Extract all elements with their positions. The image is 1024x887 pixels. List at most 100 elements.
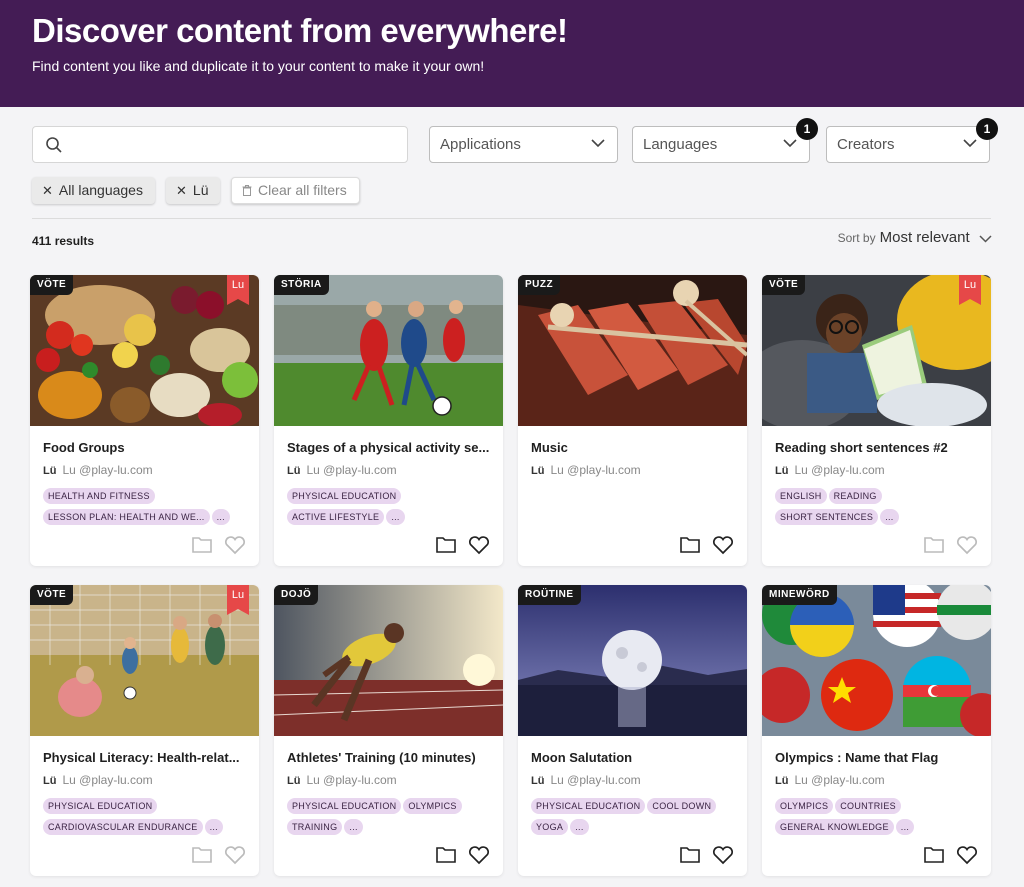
creators-dropdown[interactable]: Creators 1 bbox=[826, 118, 998, 163]
lu-logo-icon: Lü bbox=[287, 775, 301, 787]
more-tags-pill[interactable]: ... bbox=[570, 819, 589, 835]
more-tags-pill[interactable]: ... bbox=[386, 509, 405, 525]
more-tags-pill[interactable]: ... bbox=[344, 819, 363, 835]
chip-label: Lü bbox=[192, 182, 209, 198]
more-tags-pill[interactable]: ... bbox=[204, 819, 223, 835]
tag-pill: PHYSICAL EDUCATION bbox=[43, 798, 158, 814]
results-count: 411 results bbox=[32, 234, 95, 248]
card-actions bbox=[436, 846, 490, 865]
tag-pill: PHYSICAL EDUCATION bbox=[287, 488, 402, 504]
content-card[interactable]: VÖTE Lu Food Groups Lü Lu @play-lu.com HE… bbox=[30, 275, 259, 566]
heart-icon[interactable] bbox=[956, 846, 978, 865]
author-name: Lu @play-lu.com bbox=[550, 463, 641, 477]
card-title[interactable]: Music bbox=[531, 440, 736, 455]
more-tags-pill[interactable]: ... bbox=[880, 509, 899, 525]
card-tags: ENGLISH READING SHORT SENTENCES... bbox=[775, 488, 985, 530]
heart-icon[interactable] bbox=[468, 536, 490, 555]
card-actions bbox=[192, 846, 246, 865]
more-tags-pill[interactable]: ... bbox=[895, 819, 915, 835]
card-thumbnail[interactable]: VÖTE Lu bbox=[30, 585, 259, 736]
creators-label: Creators bbox=[837, 136, 895, 153]
folder-icon[interactable] bbox=[924, 846, 944, 863]
heart-icon[interactable] bbox=[712, 846, 734, 865]
page-title: Discover content from everywhere! bbox=[32, 12, 568, 49]
card-title[interactable]: Physical Literacy: Health-relat... bbox=[43, 750, 248, 765]
search-input[interactable] bbox=[73, 133, 393, 157]
lu-logo-icon: Lü bbox=[287, 465, 301, 477]
chip-lu[interactable]: ✕ Lü bbox=[166, 177, 221, 204]
tag-pill: ACTIVE LIFESTYLE bbox=[287, 509, 385, 525]
content-card[interactable]: ROÜTINE Moon Salutation Lü Lu @play-lu.co… bbox=[518, 585, 747, 876]
card-author: Lü Lu @play-lu.com bbox=[775, 463, 885, 477]
tag-pill: OLYMPICS bbox=[775, 798, 834, 814]
clear-filters-button[interactable]: Clear all filters bbox=[231, 177, 360, 204]
card-thumbnail[interactable]: DOJÖ bbox=[274, 585, 503, 736]
heart-icon[interactable] bbox=[224, 536, 246, 555]
app-tag: MINEWÖRD bbox=[762, 585, 837, 605]
tag-pill: LESSON PLAN: HEALTH AND WE... bbox=[43, 509, 210, 525]
search-box[interactable] bbox=[32, 126, 408, 163]
folder-icon[interactable] bbox=[192, 536, 212, 553]
tag-pill: HEALTH AND FITNESS bbox=[43, 488, 155, 504]
card-tags: PHYSICAL EDUCATION COOL DOWN YOGA... bbox=[531, 798, 741, 840]
clear-filters-label: Clear all filters bbox=[258, 182, 347, 198]
app-tag: DOJÖ bbox=[274, 585, 319, 605]
folder-icon[interactable] bbox=[436, 846, 456, 863]
folder-icon[interactable] bbox=[924, 536, 944, 553]
card-title[interactable]: Athletes' Training (10 minutes) bbox=[287, 750, 492, 765]
more-tags-pill[interactable]: ... bbox=[211, 509, 230, 525]
tag-pill: COOL DOWN bbox=[647, 798, 717, 814]
close-icon[interactable]: ✕ bbox=[176, 183, 187, 198]
card-author: Lü Lu @play-lu.com bbox=[287, 773, 397, 787]
content-card[interactable]: PUZZ Music Lü Lu @play-lu.com bbox=[518, 275, 747, 566]
content-card[interactable]: VÖTE Lu Reading short sentences #2 Lü Lu … bbox=[762, 275, 991, 566]
card-thumbnail[interactable]: MINEWÖRD bbox=[762, 585, 991, 736]
folder-icon[interactable] bbox=[680, 536, 700, 553]
close-icon[interactable]: ✕ bbox=[42, 183, 53, 198]
lu-logo-icon: Lü bbox=[775, 465, 789, 477]
tag-pill: YOGA bbox=[531, 819, 569, 835]
folder-icon[interactable] bbox=[680, 846, 700, 863]
content-card[interactable]: STÖRIA Stages of a physical activity se.… bbox=[274, 275, 503, 566]
card-author: Lü Lu @play-lu.com bbox=[43, 773, 153, 787]
heart-icon[interactable] bbox=[956, 536, 978, 555]
app-tag: VÖTE bbox=[762, 275, 806, 295]
card-title[interactable]: Olympics : Name that Flag bbox=[775, 750, 980, 765]
card-actions bbox=[192, 536, 246, 555]
chevron-down-icon bbox=[963, 139, 977, 148]
card-actions bbox=[924, 536, 978, 555]
languages-label: Languages bbox=[643, 136, 718, 153]
card-thumbnail[interactable]: PUZZ bbox=[518, 275, 747, 426]
app-tag: PUZZ bbox=[518, 275, 561, 295]
sort-dropdown[interactable]: Sort by Most relevant bbox=[838, 229, 992, 246]
content-card[interactable]: MINEWÖRD Olympics : Name that Flag Lü Lu … bbox=[762, 585, 991, 876]
content-card[interactable]: VÖTE Lu Physical Literacy: Health-relat.… bbox=[30, 585, 259, 876]
heart-icon[interactable] bbox=[224, 846, 246, 865]
chip-all-languages[interactable]: ✕ All languages bbox=[32, 177, 155, 204]
content-card[interactable]: DOJÖ Athletes' Training (10 minutes) Lü L… bbox=[274, 585, 503, 876]
card-thumbnail[interactable]: ROÜTINE bbox=[518, 585, 747, 736]
author-name: Lu @play-lu.com bbox=[794, 773, 885, 787]
card-title[interactable]: Moon Salutation bbox=[531, 750, 736, 765]
folder-icon[interactable] bbox=[192, 846, 212, 863]
card-title[interactable]: Stages of a physical activity se... bbox=[287, 440, 492, 455]
tag-pill: ENGLISH bbox=[775, 488, 827, 504]
languages-dropdown[interactable]: Languages 1 bbox=[632, 118, 818, 163]
author-name: Lu @play-lu.com bbox=[550, 773, 641, 787]
author-name: Lu @play-lu.com bbox=[794, 463, 885, 477]
folder-icon[interactable] bbox=[436, 536, 456, 553]
card-thumbnail[interactable]: STÖRIA bbox=[274, 275, 503, 426]
card-actions bbox=[680, 846, 734, 865]
card-author: Lü Lu @play-lu.com bbox=[43, 463, 153, 477]
applications-dropdown[interactable]: Applications bbox=[429, 126, 618, 163]
heart-icon[interactable] bbox=[712, 536, 734, 555]
page-header: Discover content from everywhere! Find c… bbox=[0, 0, 1024, 107]
heart-icon[interactable] bbox=[468, 846, 490, 865]
search-icon bbox=[46, 137, 62, 153]
card-title[interactable]: Reading short sentences #2 bbox=[775, 440, 980, 455]
card-title[interactable]: Food Groups bbox=[43, 440, 248, 455]
card-tags: HEALTH AND FITNESS LESSON PLAN: HEALTH A… bbox=[43, 488, 253, 530]
tag-pill: COUNTRIES bbox=[835, 798, 901, 814]
card-thumbnail[interactable]: VÖTE Lu bbox=[762, 275, 991, 426]
card-thumbnail[interactable]: VÖTE Lu bbox=[30, 275, 259, 426]
